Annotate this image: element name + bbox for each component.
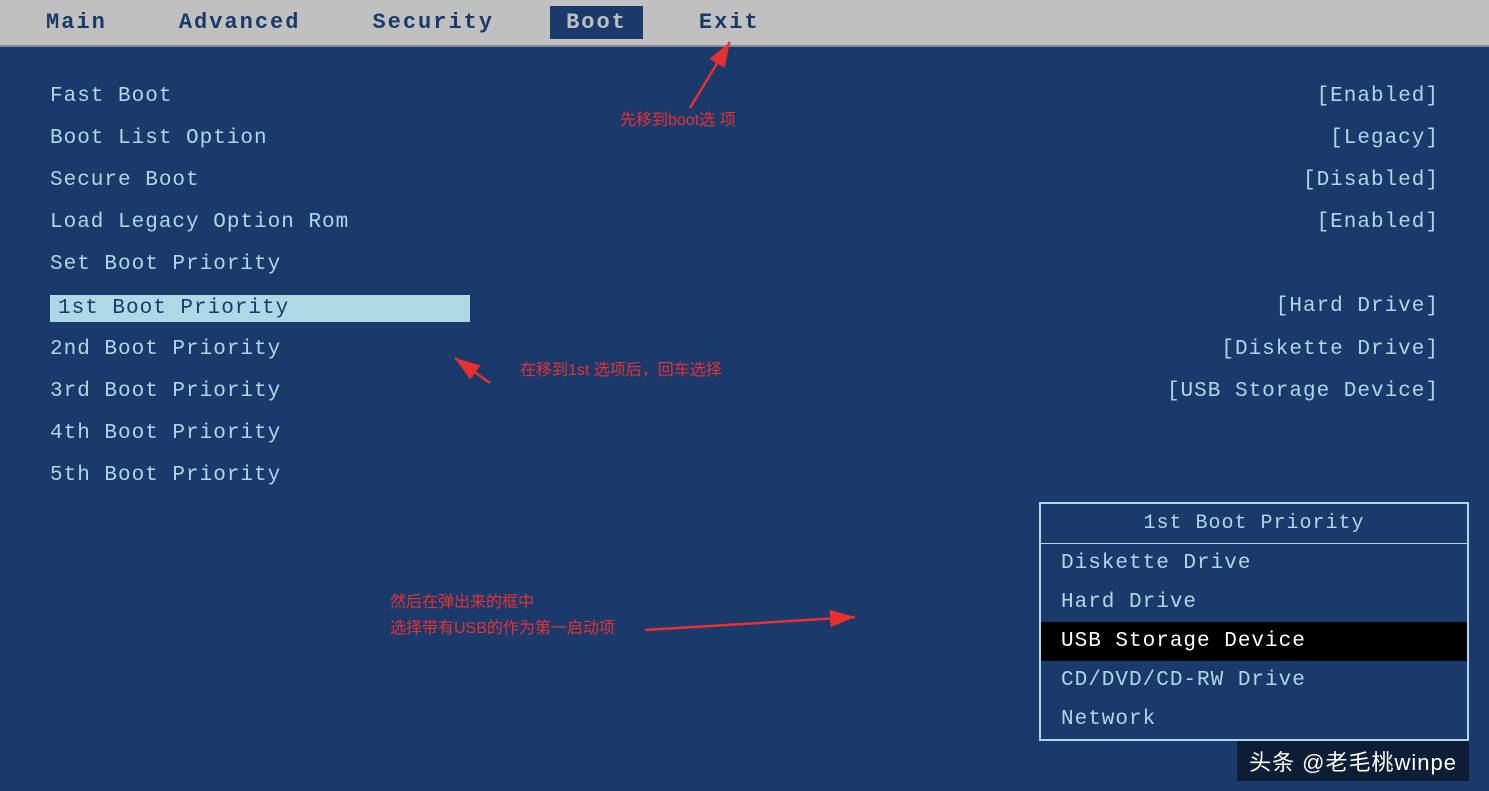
boot-priority-2nd-value: [Diskette Drive]	[1221, 338, 1439, 364]
boot-list-option-row: Boot List Option [Legacy]	[50, 119, 1439, 161]
popup-title: 1st Boot Priority	[1041, 504, 1467, 544]
annotation-usb-select: 然后在弹出来的框中选择带有USB的作为第一启动项	[390, 590, 615, 641]
load-legacy-value: [Enabled]	[1317, 211, 1439, 237]
boot-priority-4th-label: 4th Boot Priority	[50, 422, 470, 448]
popup-item-network[interactable]: Network	[1041, 700, 1467, 739]
fast-boot-row: Fast Boot [Enabled]	[50, 77, 1439, 119]
boot-priority-3rd-row[interactable]: 3rd Boot Priority [USB Storage Device]	[50, 372, 1439, 414]
watermark: 头条 @老毛桃winpe	[1237, 741, 1469, 781]
popup-item-usb[interactable]: USB Storage Device	[1041, 622, 1467, 661]
boot-priority-2nd-label: 2nd Boot Priority	[50, 338, 470, 364]
boot-priority-1st-row[interactable]: 1st Boot Priority [Hard Drive]	[50, 287, 1439, 330]
menu-boot[interactable]: Boot	[550, 6, 643, 39]
top-menu: Main Advanced Security Boot Exit	[0, 0, 1489, 47]
load-legacy-label: Load Legacy Option Rom	[50, 211, 470, 237]
secure-boot-row: Secure Boot [Disabled]	[50, 161, 1439, 203]
boot-priority-1st-value: [Hard Drive]	[1276, 295, 1439, 322]
set-boot-priority-row: Set Boot Priority	[50, 245, 1439, 287]
fast-boot-value: [Enabled]	[1317, 85, 1439, 111]
bios-screen: Main Advanced Security Boot Exit Fast Bo…	[0, 0, 1489, 791]
popup-item-harddrive[interactable]: Hard Drive	[1041, 583, 1467, 622]
boot-priority-2nd-row[interactable]: 2nd Boot Priority [Diskette Drive]	[50, 330, 1439, 372]
secure-boot-label: Secure Boot	[50, 169, 470, 195]
boot-priority-5th-label: 5th Boot Priority	[50, 464, 470, 490]
boot-priority-3rd-label: 3rd Boot Priority	[50, 380, 470, 406]
annotation-boot-tab: 先移到boot选 项	[620, 110, 736, 132]
boot-priority-popup: 1st Boot Priority Diskette Drive Hard Dr…	[1039, 502, 1469, 741]
boot-priority-3rd-value: [USB Storage Device]	[1167, 380, 1439, 406]
set-boot-priority-label: Set Boot Priority	[50, 253, 470, 279]
fast-boot-label: Fast Boot	[50, 85, 470, 111]
annotation-1st-priority: 在移到1st 选项后，回车选择	[520, 360, 722, 382]
popup-item-diskette[interactable]: Diskette Drive	[1041, 544, 1467, 583]
boot-list-option-value: [Legacy]	[1330, 127, 1439, 153]
load-legacy-row: Load Legacy Option Rom [Enabled]	[50, 203, 1439, 245]
menu-exit[interactable]: Exit	[683, 6, 776, 39]
menu-advanced[interactable]: Advanced	[163, 6, 317, 39]
popup-item-cddvd[interactable]: CD/DVD/CD-RW Drive	[1041, 661, 1467, 700]
secure-boot-value: [Disabled]	[1303, 169, 1439, 195]
boot-priority-5th-row[interactable]: 5th Boot Priority	[50, 456, 1439, 498]
menu-main[interactable]: Main	[30, 6, 123, 39]
boot-priority-1st-label: 1st Boot Priority	[50, 295, 470, 322]
boot-priority-4th-row[interactable]: 4th Boot Priority	[50, 414, 1439, 456]
menu-security[interactable]: Security	[356, 6, 510, 39]
boot-list-option-label: Boot List Option	[50, 127, 470, 153]
